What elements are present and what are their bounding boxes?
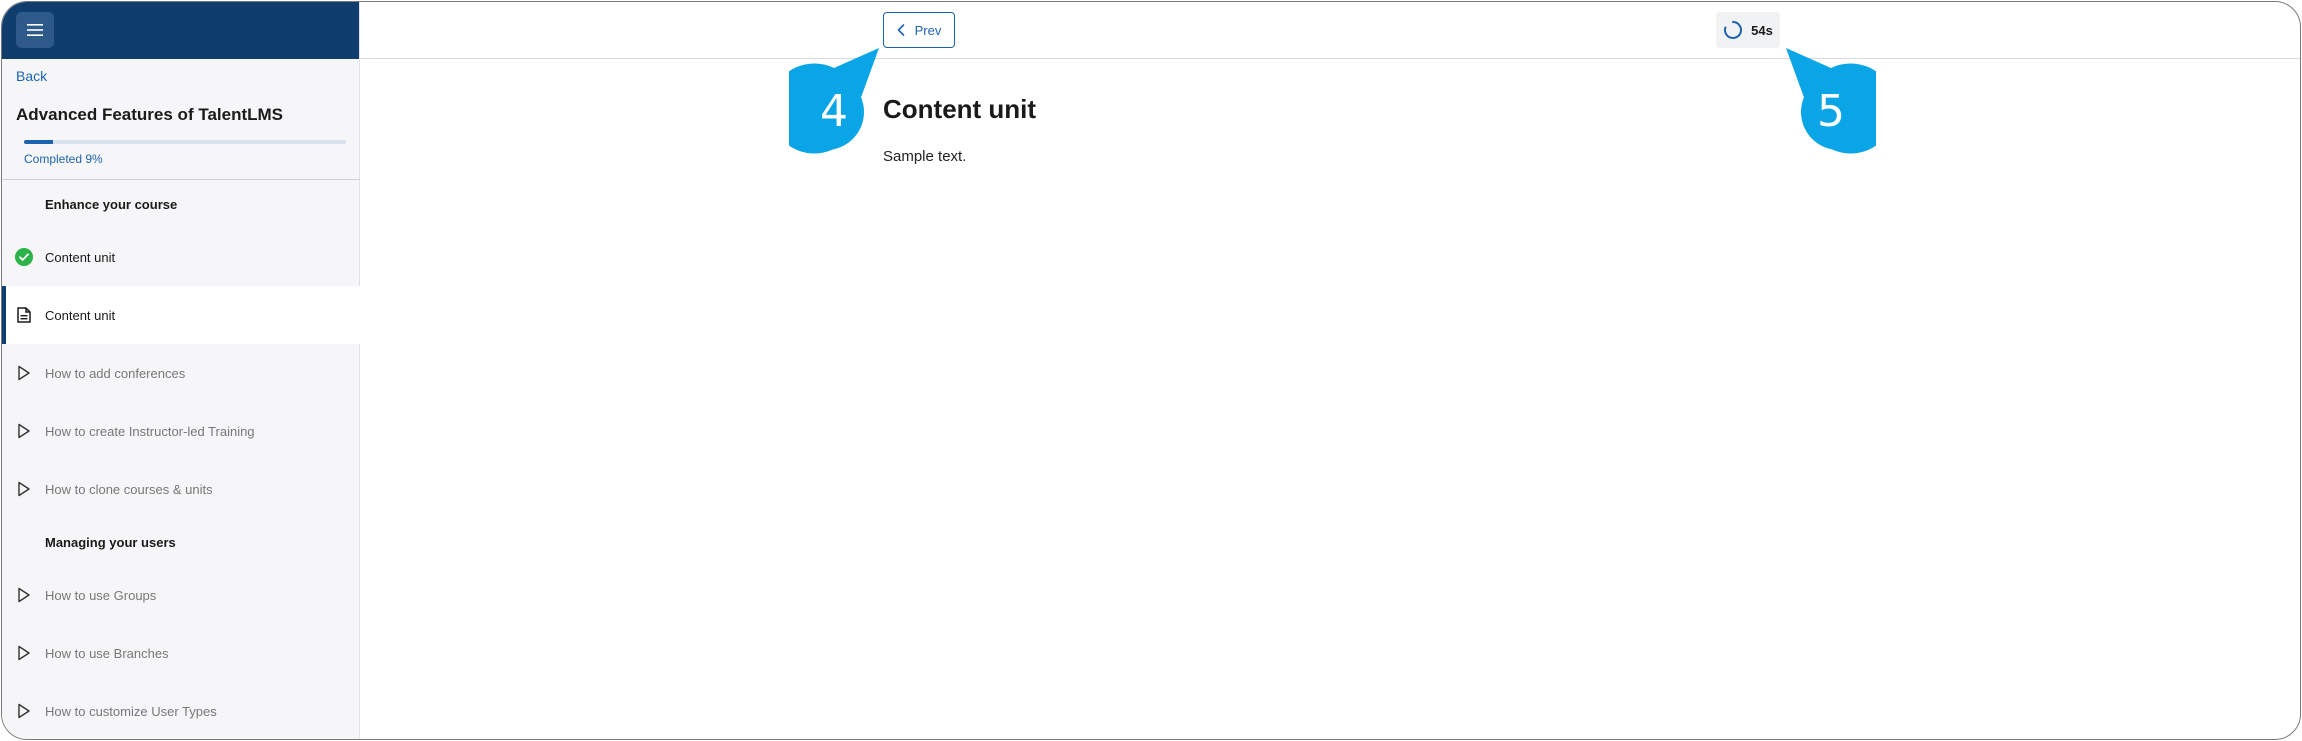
course-sidebar: Back Advanced Features of TalentLMS Comp… (2, 2, 360, 739)
unit-item-use-branches[interactable]: How to use Branches (2, 624, 360, 682)
main-content: Prev 54s Content unit Sample text. (360, 2, 2300, 739)
section-header: Enhance your course (45, 196, 178, 212)
callout-marker-4: 4 (769, 48, 879, 168)
sidebar-header (2, 2, 359, 59)
check-circle-icon (15, 248, 33, 266)
unit-item-content-unit-active[interactable]: Content unit (2, 286, 360, 344)
progress-bar-fill (24, 140, 53, 144)
document-icon (15, 306, 33, 324)
section-header: Managing your users (45, 534, 176, 550)
unit-body: Sample text. (883, 148, 967, 165)
unit-label: Content unit (45, 307, 116, 323)
back-link[interactable]: Back (16, 68, 47, 84)
unit-label: How to use Groups (45, 587, 157, 603)
prev-button-label: Prev (914, 22, 942, 38)
unit-timer: 54s (1716, 12, 1780, 48)
prev-button[interactable]: Prev (883, 12, 955, 48)
unit-label: How to customize User Types (45, 703, 217, 719)
callout-number: 5 (1817, 86, 1845, 137)
play-icon (15, 422, 33, 440)
unit-item-clone-courses[interactable]: How to clone courses & units (2, 460, 360, 518)
unit-list: Enhance your course Content unit Content… (2, 180, 360, 739)
play-icon (15, 644, 33, 662)
unit-item-customize-user-types[interactable]: How to customize User Types (2, 682, 360, 739)
course-title: Advanced Features of TalentLMS (16, 105, 284, 124)
hamburger-icon (27, 24, 43, 36)
unit-label: How to clone courses & units (45, 481, 213, 497)
unit-label: How to add conferences (45, 365, 186, 381)
unit-toolbar: Prev 54s (360, 2, 2300, 59)
play-icon (15, 480, 33, 498)
chevron-left-icon (897, 24, 904, 36)
unit-item-use-groups[interactable]: How to use Groups (2, 566, 360, 624)
unit-item-instructor-led-training[interactable]: How to create Instructor-led Training (2, 402, 360, 460)
unit-label: How to create Instructor-led Training (45, 423, 255, 439)
progress-label: Completed 9% (24, 152, 103, 166)
unit-item-content-unit-completed[interactable]: Content unit (2, 228, 360, 286)
callout-marker-5: 5 (1786, 48, 1896, 168)
menu-button[interactable] (16, 12, 54, 48)
app-window: Back Advanced Features of TalentLMS Comp… (1, 1, 2301, 740)
spinner-icon (1724, 21, 1743, 39)
play-icon (15, 702, 33, 720)
unit-item-add-conferences[interactable]: How to add conferences (2, 344, 360, 402)
unit-label: How to use Branches (45, 645, 169, 661)
play-icon (15, 586, 33, 604)
progress-bar (24, 140, 346, 144)
callout-number: 4 (820, 86, 848, 137)
unit-label: Content unit (45, 249, 116, 265)
timer-value: 54s (1751, 22, 1773, 38)
unit-title: Content unit (883, 94, 1037, 124)
play-icon (15, 364, 33, 382)
